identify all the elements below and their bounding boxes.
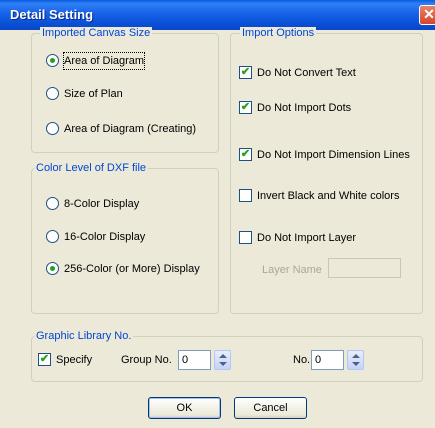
- group-no-label: Group No.: [121, 354, 172, 366]
- radio-label: 16-Color Display: [64, 231, 146, 243]
- layer-name-label: Layer Name: [262, 264, 322, 276]
- group-no-input[interactable]: 0: [178, 350, 211, 370]
- checkbox-indicator: ✔: [38, 353, 51, 366]
- cancel-button[interactable]: Cancel: [234, 397, 307, 419]
- checkbox-indicator: ✔: [239, 101, 252, 114]
- checkbox-indicator: [239, 231, 252, 244]
- title-bar: Detail Setting ✕: [0, 0, 435, 30]
- checkbox-indicator: ✔: [239, 66, 252, 79]
- color-level-legend: Color Level of DXF file: [34, 162, 149, 175]
- radio-label: 8-Color Display: [64, 198, 140, 210]
- graphic-library-group: Graphic Library No. ✔ Specify Group No. …: [31, 330, 423, 382]
- close-button[interactable]: ✕: [419, 5, 435, 25]
- imported-canvas-size-group: Imported Canvas Size Area of Diagram Siz…: [31, 27, 219, 153]
- radio-label: 256-Color (or More) Display: [64, 263, 200, 275]
- group-no-spinner[interactable]: [214, 350, 231, 370]
- radio-label: Size of Plan: [64, 88, 123, 100]
- import-options-legend: Import Options: [240, 27, 317, 40]
- radio-label: Area of Diagram: [62, 52, 146, 70]
- ok-button[interactable]: OK: [148, 397, 221, 419]
- radio-indicator: [46, 87, 59, 100]
- detail-setting-dialog: Detail Setting ✕ Imported Canvas Size Ar…: [0, 0, 435, 428]
- checkbox-label: Do Not Import Dimension Lines: [257, 149, 410, 161]
- radio-label: Area of Diagram (Creating): [64, 123, 197, 135]
- radio-indicator: [46, 262, 59, 275]
- checkbox-indicator: [239, 189, 252, 202]
- checkbox-label: Do Not Import Layer: [257, 232, 357, 244]
- dialog-body: Imported Canvas Size Area of Diagram Siz…: [0, 27, 435, 428]
- no-spinner[interactable]: [347, 350, 364, 370]
- color-level-group: Color Level of DXF file 8-Color Display …: [31, 162, 219, 314]
- no-input[interactable]: 0: [311, 350, 344, 370]
- dialog-title: Detail Setting: [10, 7, 94, 22]
- import-options-group: Import Options ✔ Do Not Convert Text ✔ D…: [230, 27, 423, 314]
- checkbox-label: Do Not Convert Text: [257, 67, 356, 79]
- checkbox-label: Do Not Import Dots: [257, 102, 352, 114]
- checkbox-indicator: ✔: [239, 148, 252, 161]
- layer-name-input[interactable]: [328, 258, 401, 278]
- radio-indicator: [46, 54, 59, 67]
- close-icon: ✕: [423, 6, 435, 22]
- radio-indicator: [46, 122, 59, 135]
- radio-indicator: [46, 197, 59, 210]
- no-label: No.: [293, 354, 311, 366]
- radio-indicator: [46, 230, 59, 243]
- checkbox-label: Specify: [56, 354, 93, 366]
- imported-canvas-size-legend: Imported Canvas Size: [40, 27, 153, 40]
- checkbox-label: Invert Black and White colors: [257, 190, 400, 202]
- graphic-library-legend: Graphic Library No.: [34, 330, 134, 343]
